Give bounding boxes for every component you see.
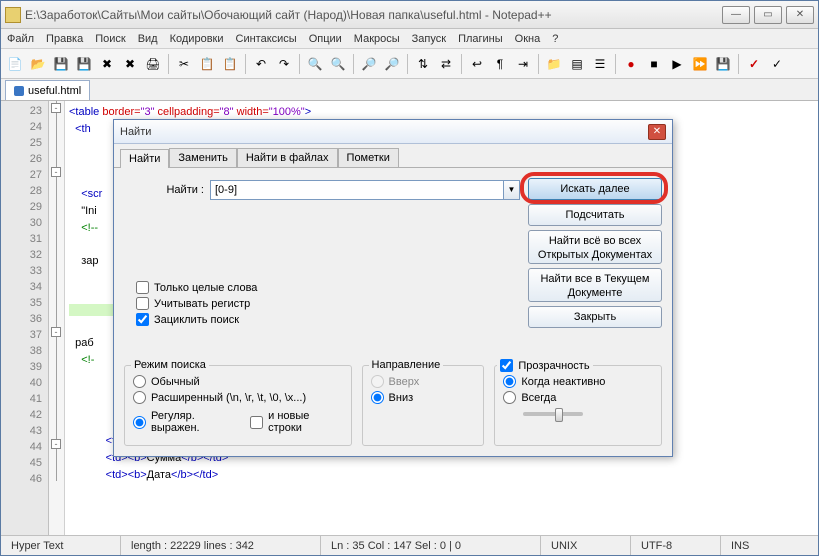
- minimize-button[interactable]: —: [722, 6, 750, 24]
- dir-down-radio[interactable]: Вниз: [371, 391, 476, 404]
- tab-find-in-files[interactable]: Найти в файлах: [237, 148, 338, 167]
- dialog-titlebar[interactable]: Найти ✕: [114, 120, 672, 144]
- tab-replace[interactable]: Заменить: [169, 148, 236, 167]
- undo-icon[interactable]: ↶: [251, 54, 271, 74]
- window-titlebar: E:\Заработок\Сайты\Мои сайты\Обочающий с…: [1, 1, 818, 29]
- zoom-out-icon[interactable]: 🔎: [382, 54, 402, 74]
- play-multi-icon[interactable]: ⏩: [690, 54, 710, 74]
- allchars-icon[interactable]: ¶: [490, 54, 510, 74]
- zoom-in-icon[interactable]: 🔎: [359, 54, 379, 74]
- app-icon: [5, 7, 21, 23]
- file-tab-label: useful.html: [28, 85, 81, 97]
- spellcheck2-icon[interactable]: ✓: [767, 54, 787, 74]
- func-list-icon[interactable]: ☰: [590, 54, 610, 74]
- trans-always-radio[interactable]: Всегда: [503, 391, 653, 404]
- save-macro-icon[interactable]: 💾: [713, 54, 733, 74]
- window-title: E:\Заработок\Сайты\Мои сайты\Обочающий с…: [25, 8, 722, 22]
- status-position: Ln : 35 Col : 147 Sel : 0 | 0: [321, 536, 541, 555]
- indent-icon[interactable]: ⇥: [513, 54, 533, 74]
- match-case-checkbox[interactable]: Учитывать регистр: [136, 297, 257, 310]
- whole-words-checkbox[interactable]: Только целые слова: [136, 281, 257, 294]
- sync-v-icon[interactable]: ⇅: [413, 54, 433, 74]
- find-label: Найти :: [124, 184, 204, 196]
- fold-gutter[interactable]: - - - -: [49, 101, 65, 541]
- save-icon[interactable]: 💾: [51, 54, 71, 74]
- find-next-button[interactable]: Искать далее: [528, 178, 662, 200]
- transparency-group: Прозрачность Когда неактивно Всегда: [494, 365, 662, 446]
- direction-group: Направление Вверх Вниз: [362, 365, 485, 446]
- print-icon[interactable]: 🖨: [143, 54, 163, 74]
- maximize-button[interactable]: ▭: [754, 6, 782, 24]
- find-icon[interactable]: 🔍: [305, 54, 325, 74]
- menu-windows[interactable]: Окна: [515, 33, 541, 45]
- newline-checkbox[interactable]: и новые строки: [250, 410, 342, 434]
- status-length: length : 22229 lines : 342: [121, 536, 321, 555]
- status-eol: UNIX: [541, 536, 631, 555]
- menu-search[interactable]: Поиск: [95, 33, 125, 45]
- trans-inactive-radio[interactable]: Когда неактивно: [503, 375, 653, 388]
- toolbar: 📄 📂 💾 💾 ✖ ✖ 🖨 ✂ 📋 📋 ↶ ↷ 🔍 🔍 🔎 🔎 ⇅ ⇄ ↩ ¶ …: [1, 49, 818, 79]
- menu-options[interactable]: Опции: [309, 33, 342, 45]
- menu-syntax[interactable]: Синтаксисы: [236, 33, 297, 45]
- menu-file[interactable]: Файл: [7, 33, 34, 45]
- find-all-current-button[interactable]: Найти все в Текущем Документе: [528, 268, 662, 302]
- folder-icon[interactable]: 📁: [544, 54, 564, 74]
- file-tab[interactable]: useful.html: [5, 80, 90, 100]
- menu-plugins[interactable]: Плагины: [458, 33, 503, 45]
- menu-encoding[interactable]: Кодировки: [170, 33, 224, 45]
- menu-edit[interactable]: Правка: [46, 33, 83, 45]
- statusbar: Hyper Text length : 22229 lines : 342 Ln…: [1, 535, 818, 555]
- status-encoding: UTF-8: [631, 536, 721, 555]
- new-file-icon[interactable]: 📄: [5, 54, 25, 74]
- dialog-tabs: Найти Заменить Найти в файлах Пометки: [114, 144, 672, 168]
- menu-help[interactable]: ?: [552, 33, 558, 45]
- close-all-icon[interactable]: ✖: [120, 54, 140, 74]
- menubar: Файл Правка Поиск Вид Кодировки Синтакси…: [1, 29, 818, 49]
- file-modified-icon: [14, 86, 24, 96]
- find-all-open-button[interactable]: Найти всё во всех Открытых Документах: [528, 230, 662, 264]
- dialog-close-icon[interactable]: ✕: [648, 124, 666, 140]
- dialog-title: Найти: [120, 126, 151, 138]
- replace-icon[interactable]: 🔍: [328, 54, 348, 74]
- menu-macros[interactable]: Макросы: [354, 33, 400, 45]
- mode-regex-radio[interactable]: Регуляр. выражен.: [133, 410, 242, 434]
- save-all-icon[interactable]: 💾: [74, 54, 94, 74]
- wrap-checkbox[interactable]: Зациклить поиск: [136, 313, 257, 326]
- wordwrap-icon[interactable]: ↩: [467, 54, 487, 74]
- search-mode-group: Режим поиска Обычный Расширенный (\n, \r…: [124, 365, 352, 446]
- status-language: Hyper Text: [1, 536, 121, 555]
- transparency-label[interactable]: Прозрачность: [497, 359, 592, 372]
- close-dialog-button[interactable]: Закрыть: [528, 306, 662, 328]
- tab-marks[interactable]: Пометки: [338, 148, 399, 167]
- find-dialog: Найти ✕ Найти Заменить Найти в файлах По…: [113, 119, 673, 457]
- find-dropdown-icon[interactable]: ▼: [504, 180, 520, 200]
- record-icon[interactable]: ●: [621, 54, 641, 74]
- stop-icon[interactable]: ■: [644, 54, 664, 74]
- count-button[interactable]: Подсчитать: [528, 204, 662, 226]
- close-button[interactable]: ✕: [786, 6, 814, 24]
- copy-icon[interactable]: 📋: [197, 54, 217, 74]
- spellcheck-icon[interactable]: ✓: [744, 54, 764, 74]
- transparency-slider[interactable]: [523, 412, 583, 416]
- cut-icon[interactable]: ✂: [174, 54, 194, 74]
- menu-view[interactable]: Вид: [138, 33, 158, 45]
- line-gutter: 2324252627282930313233343536373839404142…: [1, 101, 49, 541]
- direction-label: Направление: [369, 359, 444, 371]
- find-input[interactable]: [210, 180, 504, 200]
- sync-h-icon[interactable]: ⇄: [436, 54, 456, 74]
- mode-normal-radio[interactable]: Обычный: [133, 375, 343, 388]
- doc-map-icon[interactable]: ▤: [567, 54, 587, 74]
- open-file-icon[interactable]: 📂: [28, 54, 48, 74]
- dir-up-radio[interactable]: Вверх: [371, 375, 476, 388]
- play-icon[interactable]: ▶: [667, 54, 687, 74]
- file-tabbar: useful.html: [1, 79, 818, 101]
- status-insert: INS: [721, 536, 818, 555]
- paste-icon[interactable]: 📋: [220, 54, 240, 74]
- redo-icon[interactable]: ↷: [274, 54, 294, 74]
- close-file-icon[interactable]: ✖: [97, 54, 117, 74]
- search-mode-label: Режим поиска: [131, 359, 209, 371]
- tab-find[interactable]: Найти: [120, 149, 169, 168]
- menu-run[interactable]: Запуск: [412, 33, 446, 45]
- mode-extended-radio[interactable]: Расширенный (\n, \r, \t, \0, \x...): [133, 391, 343, 404]
